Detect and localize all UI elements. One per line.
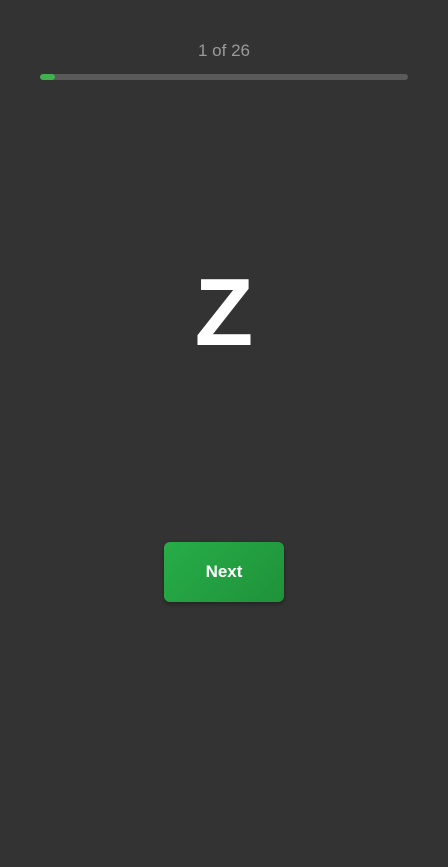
flashcard-letter: Z bbox=[194, 259, 254, 366]
progress-bar-fill bbox=[40, 74, 55, 80]
progress-bar bbox=[40, 74, 408, 80]
flashcard-screen: 1 of 26 Z Next bbox=[0, 0, 448, 867]
progress-counter: 1 of 26 bbox=[198, 41, 250, 60]
next-button[interactable]: Next bbox=[164, 542, 284, 602]
